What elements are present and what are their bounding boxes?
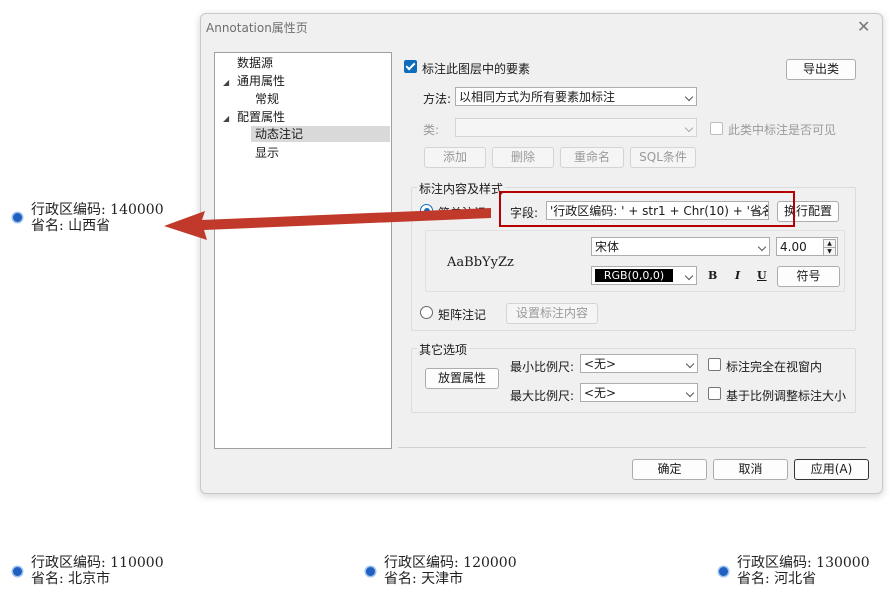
callout-arrow: [164, 208, 491, 240]
callout-arrow-shape: [164, 208, 491, 240]
